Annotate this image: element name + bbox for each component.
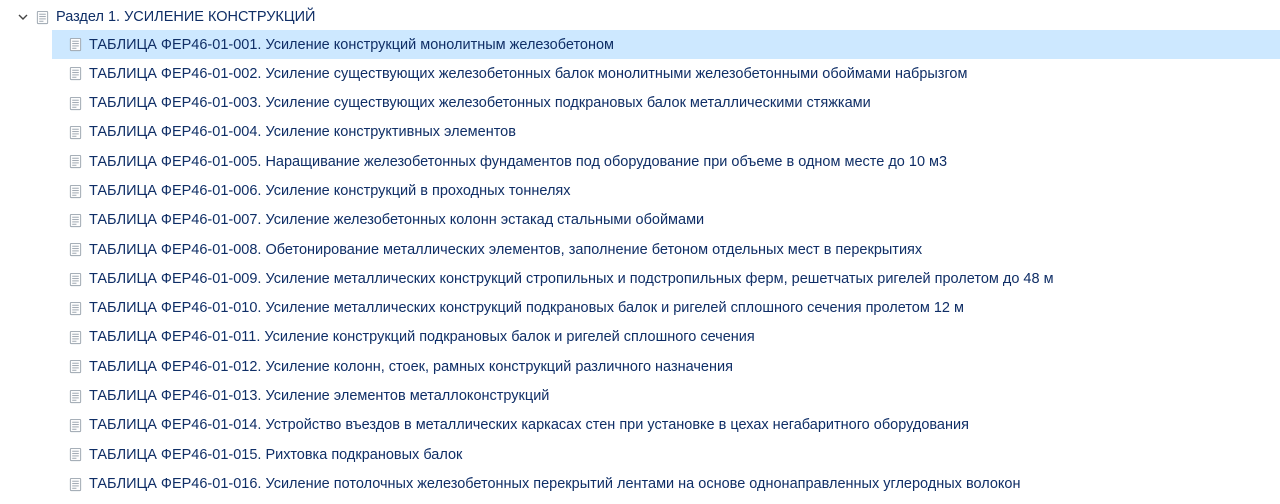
tree-item[interactable]: ТАБЛИЦА ФЕР46-01-003. Усиление существую…	[52, 89, 1280, 118]
tree-children: ТАБЛИЦА ФЕР46-01-001. Усиление конструкц…	[8, 30, 1280, 499]
document-icon	[67, 271, 83, 287]
document-icon	[67, 300, 83, 316]
section-label: Раздел 1. УСИЛЕНИЕ КОНСТРУКЦИЙ	[56, 7, 315, 27]
tree-item-label: ТАБЛИЦА ФЕР46-01-005. Наращивание железо…	[89, 152, 947, 172]
document-icon	[67, 447, 83, 463]
tree-item[interactable]: ТАБЛИЦА ФЕР46-01-006. Усиление конструкц…	[52, 176, 1280, 205]
tree-item[interactable]: ТАБЛИЦА ФЕР46-01-015. Рихтовка подкранов…	[52, 440, 1280, 469]
tree-item[interactable]: ТАБЛИЦА ФЕР46-01-013. Усиление элементов…	[52, 382, 1280, 411]
tree-item-label: ТАБЛИЦА ФЕР46-01-003. Усиление существую…	[89, 93, 871, 113]
tree-item-label: ТАБЛИЦА ФЕР46-01-010. Усиление металличе…	[89, 298, 964, 318]
chevron-down-icon[interactable]	[16, 10, 30, 24]
tree-item-label: ТАБЛИЦА ФЕР46-01-013. Усиление элементов…	[89, 386, 549, 406]
tree-item[interactable]: ТАБЛИЦА ФЕР46-01-009. Усиление металличе…	[52, 264, 1280, 293]
tree-item-label: ТАБЛИЦА ФЕР46-01-014. Устройство въездов…	[89, 415, 969, 435]
tree-item[interactable]: ТАБЛИЦА ФЕР46-01-007. Усиление железобет…	[52, 206, 1280, 235]
document-icon	[67, 330, 83, 346]
document-icon	[67, 242, 83, 258]
tree-item-label: ТАБЛИЦА ФЕР46-01-002. Усиление существую…	[89, 64, 967, 84]
tree-item-label: ТАБЛИЦА ФЕР46-01-007. Усиление железобет…	[89, 210, 704, 230]
document-icon	[67, 37, 83, 53]
document-icon	[67, 125, 83, 141]
document-icon	[67, 212, 83, 228]
document-icon	[67, 388, 83, 404]
tree-item[interactable]: ТАБЛИЦА ФЕР46-01-012. Усиление колонн, с…	[52, 352, 1280, 381]
document-icon	[67, 66, 83, 82]
tree-item-label: ТАБЛИЦА ФЕР46-01-004. Усиление конструкт…	[89, 122, 516, 142]
tree-item[interactable]: ТАБЛИЦА ФЕР46-01-014. Устройство въездов…	[52, 411, 1280, 440]
tree-item[interactable]: ТАБЛИЦА ФЕР46-01-004. Усиление конструкт…	[52, 118, 1280, 147]
tree-item[interactable]: ТАБЛИЦА ФЕР46-01-016. Усиление потолочны…	[52, 469, 1280, 498]
tree-item-label: ТАБЛИЦА ФЕР46-01-006. Усиление конструкц…	[89, 181, 571, 201]
tree-item-label: ТАБЛИЦА ФЕР46-01-001. Усиление конструкц…	[89, 35, 614, 55]
tree-item[interactable]: ТАБЛИЦА ФЕР46-01-001. Усиление конструкц…	[52, 30, 1280, 59]
tree-item-label: ТАБЛИЦА ФЕР46-01-008. Обетонирование мет…	[89, 240, 922, 260]
tree-view: Раздел 1. УСИЛЕНИЕ КОНСТРУКЦИЙ ТАБЛИЦА Ф…	[0, 0, 1280, 499]
tree-section-row[interactable]: Раздел 1. УСИЛЕНИЕ КОНСТРУКЦИЙ	[8, 4, 1280, 30]
tree-item[interactable]: ТАБЛИЦА ФЕР46-01-005. Наращивание железо…	[52, 147, 1280, 176]
tree-item[interactable]: ТАБЛИЦА ФЕР46-01-002. Усиление существую…	[52, 59, 1280, 88]
document-icon	[67, 359, 83, 375]
tree-item-label: ТАБЛИЦА ФЕР46-01-016. Усиление потолочны…	[89, 474, 1021, 494]
tree-item-label: ТАБЛИЦА ФЕР46-01-015. Рихтовка подкранов…	[89, 445, 462, 465]
tree-item-label: ТАБЛИЦА ФЕР46-01-012. Усиление колонн, с…	[89, 357, 733, 377]
document-icon	[67, 476, 83, 492]
document-icon	[34, 9, 50, 25]
tree-item[interactable]: ТАБЛИЦА ФЕР46-01-010. Усиление металличе…	[52, 294, 1280, 323]
document-icon	[67, 154, 83, 170]
tree-item[interactable]: ТАБЛИЦА ФЕР46-01-011. Усиление конструкц…	[52, 323, 1280, 352]
document-icon	[67, 95, 83, 111]
tree-item-label: ТАБЛИЦА ФЕР46-01-011. Усиление конструкц…	[89, 327, 755, 347]
document-icon	[67, 183, 83, 199]
document-icon	[67, 418, 83, 434]
tree-item[interactable]: ТАБЛИЦА ФЕР46-01-008. Обетонирование мет…	[52, 235, 1280, 264]
tree-item-label: ТАБЛИЦА ФЕР46-01-009. Усиление металличе…	[89, 269, 1054, 289]
